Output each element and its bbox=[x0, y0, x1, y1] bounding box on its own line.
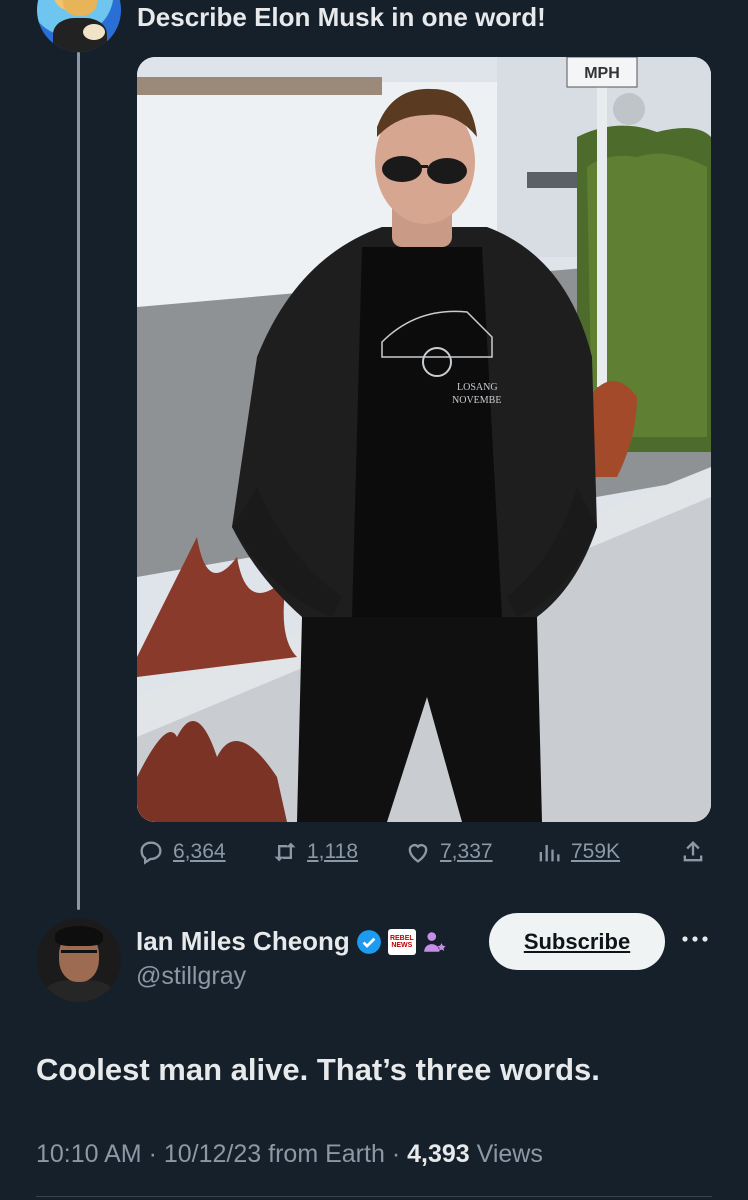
tweet-action-bar: 6,364 1,118 7,337 759K bbox=[137, 838, 711, 874]
speed-sign-text: MPH bbox=[584, 65, 620, 82]
repost-icon bbox=[274, 842, 296, 862]
tweet-views-count: 4,393 bbox=[407, 1140, 470, 1168]
meta-separator: · bbox=[391, 1140, 401, 1168]
reply-author-handle[interactable]: @stillgray bbox=[136, 962, 246, 991]
meta-separator: · bbox=[148, 1140, 157, 1168]
original-author-avatar[interactable] bbox=[37, 0, 121, 52]
thread-connector-line bbox=[77, 52, 80, 910]
display-name: Ian Miles Cheong bbox=[136, 926, 350, 956]
reply-tweet-text: Coolest man alive. That’s three words. bbox=[36, 1052, 600, 1087]
more-options-icon[interactable] bbox=[680, 924, 710, 954]
shirt-print-text-2: NOVEMBE bbox=[452, 395, 501, 406]
reply-count: 6,364 bbox=[173, 840, 226, 863]
repost-count: 1,118 bbox=[307, 840, 358, 863]
avatar-glasses bbox=[61, 950, 97, 961]
share-icon bbox=[683, 841, 703, 862]
original-tweet-text: Describe Elon Musk in one word! bbox=[137, 2, 546, 32]
tweet-date[interactable]: 10/12/23 bbox=[164, 1140, 261, 1168]
like-count: 7,337 bbox=[440, 840, 493, 863]
tweet-views-label: Views bbox=[476, 1140, 543, 1168]
reply-action[interactable]: 6,364 bbox=[137, 838, 226, 866]
reply-author-avatar[interactable] bbox=[37, 918, 121, 1002]
verified-badge-icon bbox=[356, 929, 381, 954]
reply-icon bbox=[140, 841, 162, 865]
like-action[interactable]: 7,337 bbox=[404, 838, 493, 866]
tweet-media-photo[interactable]: MPH LOSANG NOVEMBE bbox=[137, 57, 711, 822]
doge-avatar-icon bbox=[63, 0, 97, 16]
reply-author-name[interactable]: Ian Miles Cheong REBEL NEWS bbox=[136, 926, 448, 957]
tweet-time[interactable]: 10:10 AM bbox=[36, 1140, 142, 1168]
tweet-meta: 10:10 AM · 10/12/23 from Earth · 4,393 V… bbox=[36, 1140, 543, 1169]
palette-icon bbox=[83, 24, 105, 40]
view-count: 759K bbox=[571, 840, 621, 863]
divider bbox=[36, 1196, 712, 1197]
share-action[interactable] bbox=[679, 838, 707, 866]
shirt-print-text-1: LOSANG bbox=[457, 382, 498, 393]
repost-action[interactable]: 1,118 bbox=[271, 838, 358, 866]
views-action[interactable]: 759K bbox=[535, 838, 620, 866]
affiliate-badge-icon: REBEL NEWS bbox=[387, 928, 416, 955]
subscribe-button[interactable]: Subscribe bbox=[489, 913, 665, 970]
avatar-body bbox=[45, 980, 113, 1002]
tweet-source: from Earth bbox=[268, 1140, 385, 1168]
heart-icon bbox=[408, 844, 428, 863]
avatar-hair bbox=[55, 926, 103, 946]
person-star-icon bbox=[423, 931, 446, 952]
analytics-icon bbox=[539, 845, 560, 862]
